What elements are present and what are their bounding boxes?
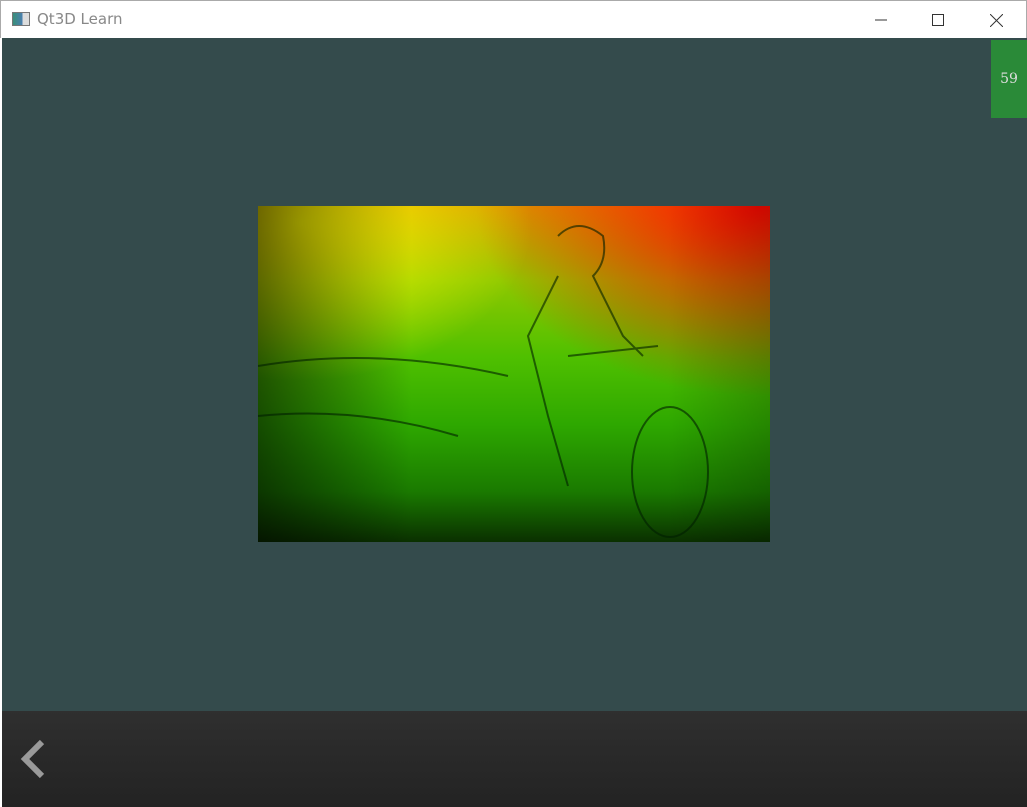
textured-image — [258, 206, 770, 542]
bottom-bar — [2, 711, 1027, 807]
close-button[interactable] — [973, 1, 1019, 39]
maximize-icon — [932, 14, 944, 26]
title-bar: Qt3D Learn — [0, 0, 1027, 38]
minimize-icon — [875, 19, 887, 21]
app-icon — [12, 12, 30, 26]
maximize-button[interactable] — [915, 1, 961, 39]
fps-counter: 59 — [991, 40, 1027, 118]
cyclist-sketch-overlay — [258, 225, 709, 538]
window-title: Qt3D Learn — [37, 10, 123, 28]
close-icon — [989, 13, 1003, 27]
chevron-left-icon[interactable] — [18, 738, 48, 780]
minimize-button[interactable] — [858, 1, 904, 39]
